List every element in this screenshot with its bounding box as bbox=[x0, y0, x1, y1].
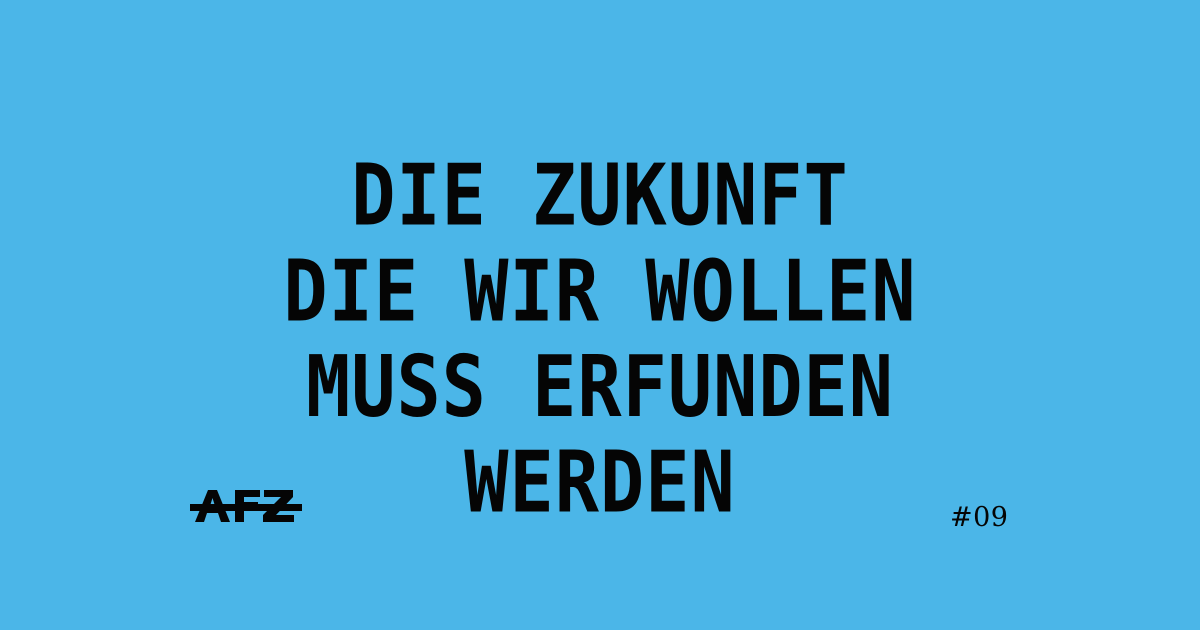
afz-logo-svg bbox=[190, 490, 302, 522]
logo-letter-f bbox=[235, 490, 260, 522]
promo-card: DIE ZUKUNFT DIE WIR WOLLEN MUSS ERFUNDEN… bbox=[0, 0, 1200, 630]
issue-number: #09 bbox=[950, 502, 1009, 533]
headline-line-1: DIE ZUKUNFT bbox=[351, 145, 849, 245]
headline-line-2: DIE WIR WOLLEN bbox=[283, 241, 917, 341]
afz-logo-icon bbox=[190, 486, 302, 528]
headline-line-3: MUSS ERFUNDEN bbox=[305, 336, 895, 436]
headline: DIE ZUKUNFT DIE WIR WOLLEN MUSS ERFUNDEN… bbox=[0, 145, 1200, 530]
